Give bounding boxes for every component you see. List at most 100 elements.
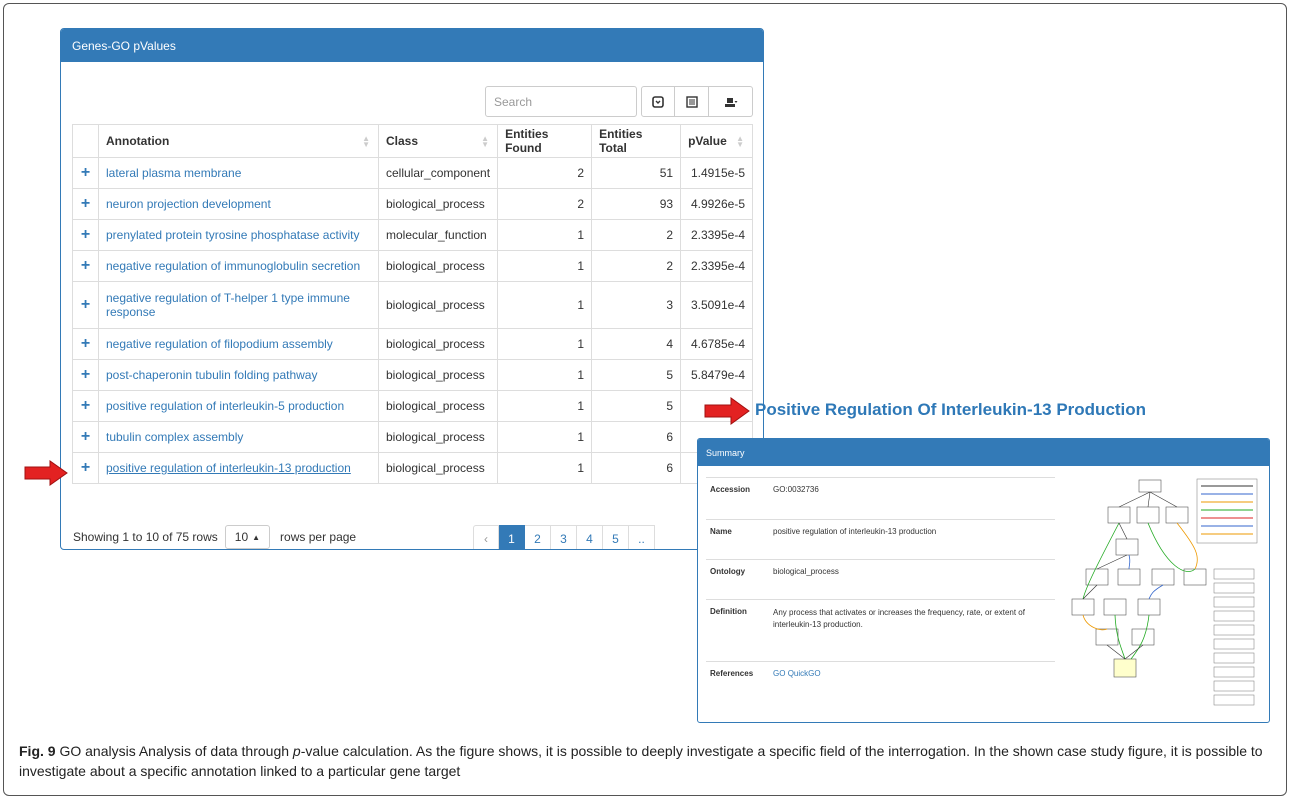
annotation-cell: tubulin complex assembly	[98, 421, 379, 453]
go-reference-link[interactable]: GO	[773, 669, 785, 678]
entities-found-cell: 1	[497, 250, 593, 282]
refresh-button[interactable]	[641, 86, 675, 117]
pvalue-cell: 3.5091e-4	[680, 281, 753, 329]
expand-column-header	[72, 124, 99, 158]
entities-total-cell: 3	[591, 281, 682, 329]
columns-icon	[685, 95, 698, 108]
annotation-cell: negative regulation of T-helper 1 type i…	[98, 281, 379, 329]
expand-row-icon[interactable]: +	[72, 157, 99, 189]
annotation-link[interactable]: lateral plasma membrane	[106, 166, 241, 180]
table-row: + prenylated protein tyrosine phosphatas…	[72, 219, 753, 251]
entities-total-cell: 4	[591, 328, 682, 360]
summary-heading: Summary	[698, 439, 1269, 466]
search-input[interactable]	[485, 86, 637, 117]
class-cell: biological_process	[377, 452, 499, 484]
pvalue-cell: 2.3395e-4	[680, 250, 753, 282]
page-button[interactable]: 3	[551, 525, 577, 549]
annotation-link[interactable]: negative regulation of immunoglobulin se…	[106, 259, 360, 273]
expand-row-icon[interactable]: +	[72, 421, 99, 453]
annotation-link[interactable]: negative regulation of filopodium assemb…	[106, 337, 333, 351]
class-cell: molecular_function	[377, 219, 499, 251]
columns-button[interactable]	[675, 86, 709, 117]
entities-total-cell: 51	[591, 157, 682, 189]
column-header-annotation[interactable]: Annotation ▲ ▼	[98, 124, 379, 158]
annotation-cell: post-chaperonin tubulin folding pathway	[98, 359, 379, 391]
quickgo-reference-link[interactable]: QuickGO	[788, 669, 821, 678]
annotation-link[interactable]: prenylated protein tyrosine phosphatase …	[106, 228, 359, 242]
red-arrow-row-indicator	[24, 460, 68, 486]
page-prev-button[interactable]: ‹	[473, 525, 499, 549]
column-header-pvalue[interactable]: pValue ▲ ▼	[680, 124, 753, 158]
rows-per-page-label: rows per page	[280, 530, 357, 544]
entities-found-cell: 2	[497, 157, 593, 189]
refresh-icon	[652, 95, 664, 108]
annotation-cell: positive regulation of interleukin-5 pro…	[98, 390, 379, 422]
page-button[interactable]: 1	[499, 525, 525, 549]
entities-total-cell: 5	[591, 359, 682, 391]
expand-row-icon[interactable]: +	[72, 250, 99, 282]
column-header-label: Annotation	[106, 134, 170, 148]
annotation-cell: neuron projection development	[98, 188, 379, 220]
sort-icon: ▲ ▼	[481, 134, 490, 149]
annotation-cell: negative regulation of immunoglobulin se…	[98, 250, 379, 282]
table-row: + post-chaperonin tubulin folding pathwa…	[72, 359, 753, 391]
expand-row-icon[interactable]: +	[72, 219, 99, 251]
column-header-entities-found[interactable]: Entities Found	[497, 124, 593, 158]
accession-value: GO:0032736	[769, 477, 1055, 520]
expand-row-icon[interactable]: +	[72, 281, 99, 329]
page-button[interactable]: 2	[525, 525, 551, 549]
entities-found-cell: 1	[497, 281, 593, 329]
class-cell: biological_process	[377, 421, 499, 453]
annotation-link[interactable]: negative regulation of T-helper 1 type i…	[106, 291, 350, 319]
entities-found-cell: 1	[497, 390, 593, 422]
entities-total-cell: 6	[591, 452, 682, 484]
summary-row-name: Name positive regulation of interleukin-…	[706, 519, 1055, 560]
page-size-dropdown[interactable]: 10 ▲	[224, 525, 271, 549]
class-cell: biological_process	[377, 328, 499, 360]
entities-found-cell: 1	[497, 328, 593, 360]
page-button[interactable]: 4	[577, 525, 603, 549]
class-cell: biological_process	[377, 390, 499, 422]
annotation-link[interactable]: positive regulation of interleukin-13 pr…	[106, 461, 351, 475]
pvalue-cell: 2.3395e-4	[680, 219, 753, 251]
export-button[interactable]	[709, 86, 753, 117]
annotation-link[interactable]: post-chaperonin tubulin folding pathway	[106, 368, 317, 382]
table-row-selected: + positive regulation of interleukin-13 …	[72, 452, 753, 484]
entities-total-cell: 6	[591, 421, 682, 453]
expand-row-icon[interactable]: +	[72, 328, 99, 360]
table-row: + positive regulation of interleukin-5 p…	[72, 390, 753, 422]
export-icon	[724, 97, 737, 107]
class-cell: biological_process	[377, 250, 499, 282]
go-pvalues-table: Annotation ▲ ▼ Class ▲ ▼ Entities Found Enti…	[72, 124, 753, 484]
references-label: References	[706, 661, 769, 702]
name-label: Name	[706, 519, 769, 560]
annotation-cell: prenylated protein tyrosine phosphatase …	[98, 219, 379, 251]
annotation-link[interactable]: neuron projection development	[106, 197, 271, 211]
expand-row-icon[interactable]: +	[72, 188, 99, 220]
annotation-cell: positive regulation of interleukin-13 pr…	[98, 452, 379, 484]
expand-row-icon[interactable]: +	[72, 359, 99, 391]
summary-row-references: References GO QuickGO	[706, 661, 1055, 702]
entities-found-cell: 1	[497, 421, 593, 453]
summary-row-ontology: Ontology biological_process	[706, 559, 1055, 600]
table-row: + lateral plasma membrane cellular_compo…	[72, 157, 753, 189]
expand-row-icon[interactable]: +	[72, 452, 99, 484]
pvalue-cell: 4.9926e-5	[680, 188, 753, 220]
caption-label: Fig. 9	[19, 743, 56, 759]
page-ellipsis[interactable]: ..	[629, 525, 655, 549]
pagination-info: Showing 1 to 10 of 75 rows 10 ▲ rows per…	[73, 525, 356, 549]
table-row: + negative regulation of T-helper 1 type…	[72, 281, 753, 329]
pagination: ‹ 1 2 3 4 5 ..	[473, 525, 655, 549]
summary-row-accession: Accession GO:0032736	[706, 477, 1055, 520]
sort-icon: ▲ ▼	[736, 134, 744, 149]
page-button[interactable]: 5	[603, 525, 629, 549]
class-cell: biological_process	[377, 188, 499, 220]
column-header-class[interactable]: Class ▲ ▼	[377, 124, 499, 158]
expand-row-icon[interactable]: +	[72, 390, 99, 422]
annotation-link[interactable]: positive regulation of interleukin-5 pro…	[106, 399, 344, 413]
ontology-label: Ontology	[706, 559, 769, 600]
table-header-row: Annotation ▲ ▼ Class ▲ ▼ Entities Found Enti…	[72, 124, 753, 158]
column-header-entities-total[interactable]: Entities Total	[591, 124, 682, 158]
annotation-link[interactable]: tubulin complex assembly	[106, 430, 243, 444]
name-value: positive regulation of interleukin-13 pr…	[769, 519, 1055, 560]
